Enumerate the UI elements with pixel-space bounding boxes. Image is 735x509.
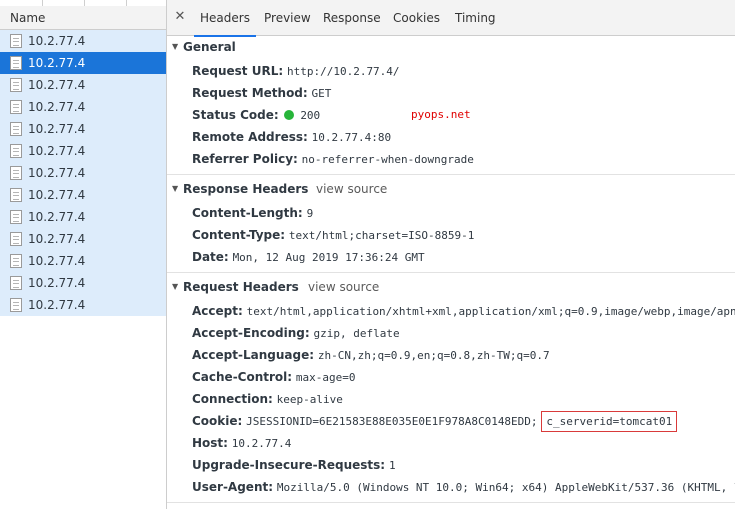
- request-name: 10.2.77.4: [28, 100, 86, 114]
- date-row: Date: Mon, 12 Aug 2019 17:36:24 GMT: [192, 250, 425, 264]
- request-row[interactable]: 10.2.77.4: [0, 184, 166, 206]
- user-agent-row: User-Agent: Mozilla/5.0 (Windows NT 10.0…: [192, 480, 735, 494]
- cache-control-row: Cache-Control: max-age=0: [192, 370, 356, 384]
- remote-address-row: Remote Address: 10.2.77.4:80: [192, 130, 392, 144]
- request-row[interactable]: 10.2.77.4: [0, 294, 166, 316]
- response-view-source-link[interactable]: view source: [316, 178, 387, 200]
- request-name: 10.2.77.4: [28, 78, 86, 92]
- host-row: Host: 10.2.77.4: [192, 436, 292, 450]
- request-view-source-link[interactable]: view source: [308, 276, 379, 298]
- request-name: 10.2.77.4: [28, 210, 86, 224]
- request-row[interactable]: 10.2.77.4: [0, 228, 166, 250]
- response-headers-title: Response Headers: [183, 182, 309, 196]
- triangle-down-icon: ▼: [172, 184, 179, 193]
- status-ok-icon: [284, 110, 295, 120]
- document-icon: [10, 56, 22, 70]
- document-icon: [10, 34, 22, 48]
- tab-cookies[interactable]: Cookies: [393, 0, 440, 36]
- request-name: 10.2.77.4: [28, 276, 86, 290]
- divider: [167, 174, 735, 175]
- request-name: 10.2.77.4: [28, 144, 86, 158]
- document-icon: [10, 254, 22, 268]
- tab-headers[interactable]: Headers: [194, 0, 256, 37]
- request-rows: 10.2.77.4 10.2.77.4 10.2.77.4 10.2.77.4 10.2…: [0, 30, 166, 316]
- general-section-header[interactable]: ▼ General: [167, 36, 735, 58]
- tab-preview[interactable]: Preview: [264, 0, 311, 36]
- triangle-down-icon: ▼: [172, 42, 179, 51]
- triangle-down-icon: ▼: [172, 282, 179, 291]
- request-name: 10.2.77.4: [28, 232, 86, 246]
- request-list-panel: Name 10.2.77.4 10.2.77.4 10.2.77.4 10.2.77.…: [0, 0, 167, 509]
- highlighted-cookie: c_serverid=tomcat01: [541, 411, 678, 432]
- request-row[interactable]: 10.2.77.4: [0, 74, 166, 96]
- request-row[interactable]: 10.2.77.4: [0, 52, 166, 74]
- request-row[interactable]: 10.2.77.4: [0, 96, 166, 118]
- content-type-row: Content-Type: text/html;charset=ISO-8859…: [192, 228, 475, 242]
- request-row[interactable]: 10.2.77.4: [0, 118, 166, 140]
- request-row[interactable]: 10.2.77.4: [0, 272, 166, 294]
- general-title: General: [183, 40, 236, 54]
- divider: [167, 272, 735, 273]
- accept-encoding-row: Accept-Encoding: gzip, deflate: [192, 326, 400, 340]
- document-icon: [10, 122, 22, 136]
- request-headers-section-header[interactable]: ▼ Request Headers view source: [167, 276, 735, 298]
- request-row[interactable]: 10.2.77.4: [0, 250, 166, 272]
- connection-row: Connection: keep-alive: [192, 392, 343, 406]
- request-url-row: Request URL: http://10.2.77.4/: [192, 64, 400, 78]
- watermark-text: pyops.net: [411, 108, 471, 121]
- response-headers-section-header[interactable]: ▼ Response Headers view source: [167, 178, 735, 200]
- name-column-label: Name: [10, 11, 46, 25]
- document-icon: [10, 188, 22, 202]
- document-icon: [10, 232, 22, 246]
- request-details-panel: ✕ Headers Preview Response Cookies Timin…: [167, 0, 735, 509]
- document-icon: [10, 166, 22, 180]
- upgrade-insecure-row: Upgrade-Insecure-Requests: 1: [192, 458, 396, 472]
- request-name: 10.2.77.4: [28, 298, 86, 312]
- status-code-row: Status Code: 200: [192, 108, 321, 122]
- document-icon: [10, 100, 22, 114]
- divider: [167, 502, 735, 503]
- document-icon: [10, 210, 22, 224]
- request-name: 10.2.77.4: [28, 166, 86, 180]
- request-name: 10.2.77.4: [28, 254, 86, 268]
- name-column-header[interactable]: Name: [0, 6, 166, 30]
- request-method-row: Request Method: GET: [192, 86, 332, 100]
- request-row[interactable]: 10.2.77.4: [0, 140, 166, 162]
- document-icon: [10, 144, 22, 158]
- request-name: 10.2.77.4: [28, 188, 86, 202]
- request-name: 10.2.77.4: [28, 122, 86, 136]
- request-row[interactable]: 10.2.77.4: [0, 30, 166, 52]
- accept-language-row: Accept-Language: zh-CN,zh;q=0.9,en;q=0.8…: [192, 348, 550, 362]
- request-name: 10.2.77.4: [28, 56, 86, 70]
- close-icon[interactable]: ✕: [173, 9, 187, 25]
- referrer-policy-row: Referrer Policy: no-referrer-when-downgr…: [192, 152, 474, 166]
- document-icon: [10, 78, 22, 92]
- request-name: 10.2.77.4: [28, 34, 86, 48]
- accept-row: Accept: text/html,application/xhtml+xml,…: [192, 304, 735, 318]
- details-tabbar: ✕ Headers Preview Response Cookies Timin…: [167, 0, 735, 37]
- tab-response[interactable]: Response: [323, 0, 381, 36]
- request-headers-title: Request Headers: [183, 280, 299, 294]
- request-row[interactable]: 10.2.77.4: [0, 206, 166, 228]
- tab-timing[interactable]: Timing: [455, 0, 496, 36]
- document-icon: [10, 276, 22, 290]
- request-row[interactable]: 10.2.77.4: [0, 162, 166, 184]
- cookie-row: Cookie: JSESSIONID=6E21583E88E035E0E1F97…: [192, 410, 678, 432]
- document-icon: [10, 298, 22, 312]
- content-length-row: Content-Length: 9: [192, 206, 314, 220]
